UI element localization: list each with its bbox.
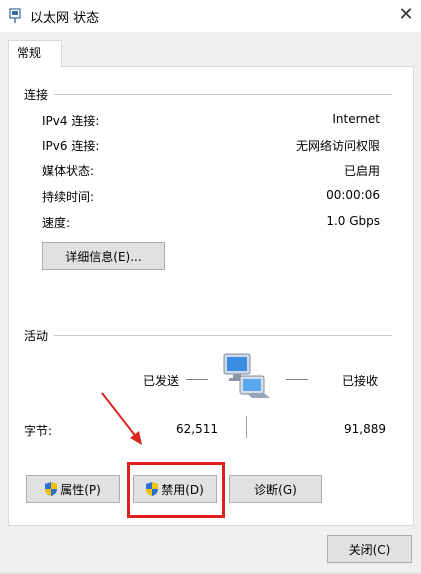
bytes-divider — [246, 416, 247, 438]
activity-group-title: 活动 — [24, 329, 49, 343]
annotation-arrow — [101, 392, 142, 445]
connection-group-divider — [54, 94, 392, 95]
ipv4-label: IPv4 连接: — [42, 114, 100, 128]
duration-label: 持续时间: — [42, 190, 95, 204]
received-label: 已接收 — [342, 374, 379, 388]
diagnose-button[interactable]: 诊断(G) — [229, 475, 322, 503]
ipv4-value: Internet — [332, 112, 380, 126]
activity-group-divider — [54, 335, 392, 336]
bytes-sent-value: 62,511 — [176, 422, 218, 436]
tab-general[interactable]: 常规 — [8, 40, 62, 67]
close-icon[interactable]: ✕ — [396, 4, 416, 26]
ipv6-value: 无网络访问权限 — [295, 139, 380, 153]
close-button[interactable]: 关闭(C) — [327, 535, 412, 563]
ipv6-label: IPv6 连接: — [42, 139, 100, 153]
window-title: 以太网 状态 — [30, 11, 100, 26]
media-state-label: 媒体状态: — [42, 164, 95, 178]
bytes-received-value: 91,889 — [344, 422, 386, 436]
bytes-label: 字节: — [24, 424, 53, 438]
speed-label: 速度: — [42, 216, 71, 230]
network-computers-icon — [223, 353, 270, 398]
properties-button-label: 属性(P) — [60, 482, 101, 497]
sent-connector-line — [186, 379, 208, 380]
properties-button[interactable]: 属性(P) — [26, 475, 120, 503]
ethernet-icon — [9, 8, 21, 23]
duration-value: 00:00:06 — [326, 188, 380, 202]
uac-shield-icon — [45, 482, 58, 496]
connection-group-title: 连接 — [24, 88, 49, 102]
tab-panel-general — [8, 66, 414, 526]
speed-value: 1.0 Gbps — [326, 214, 380, 228]
highlight-box — [127, 462, 225, 518]
media-state-value: 已启用 — [343, 164, 380, 178]
sent-label: 已发送 — [143, 374, 180, 388]
received-connector-line — [286, 379, 308, 380]
details-button[interactable]: 详细信息(E)... — [42, 242, 165, 270]
